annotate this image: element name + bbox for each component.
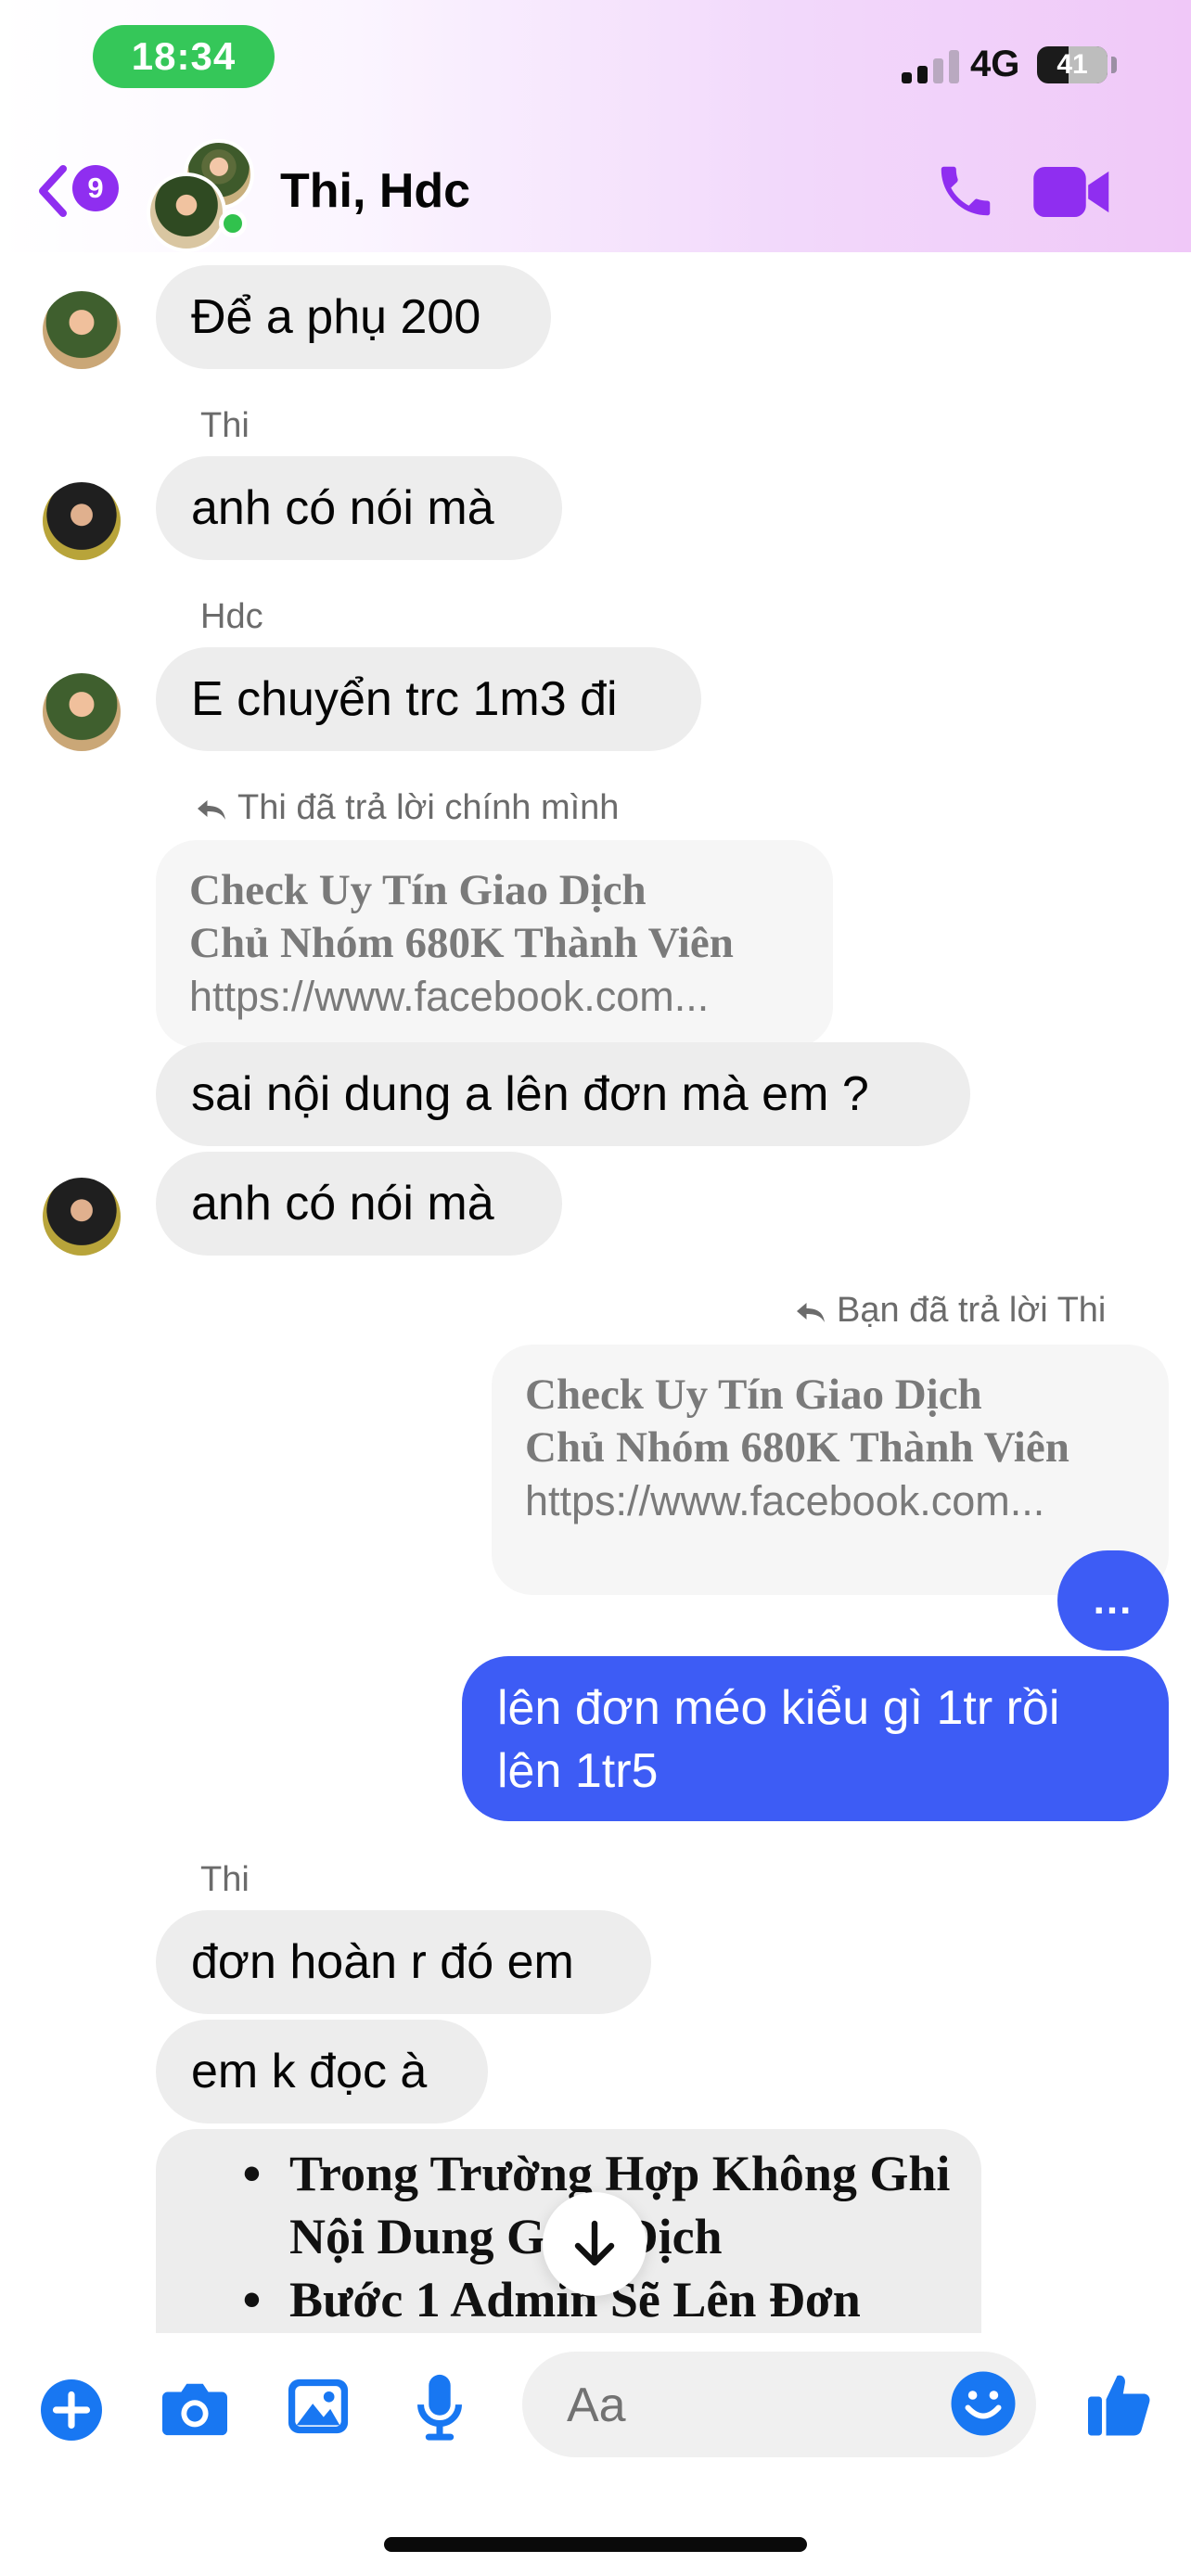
plus-icon[interactable] bbox=[41, 2379, 102, 2441]
group-avatar[interactable] bbox=[147, 139, 263, 252]
message-bubble: anh có nói mà bbox=[156, 456, 562, 560]
battery-nub bbox=[1111, 57, 1117, 73]
message-input-placeholder: Aa bbox=[567, 2378, 626, 2432]
network-type: 4G bbox=[970, 44, 1020, 84]
quoted-message[interactable]: Check Uy Tín Giao Dịch Chủ Nhóm 680K Thà… bbox=[156, 840, 833, 1048]
battery-icon: 41 bbox=[1037, 46, 1108, 83]
phone-icon[interactable] bbox=[933, 158, 998, 224]
reply-indicator: Thi đã trả lời chính mình bbox=[195, 788, 619, 828]
status-time: 18:34 bbox=[93, 25, 275, 88]
my-message-bubble-collapsed[interactable]: ... bbox=[1057, 1550, 1169, 1651]
arrow-down-icon bbox=[574, 2220, 615, 2266]
reply-icon bbox=[797, 1302, 825, 1322]
online-indicator bbox=[219, 210, 247, 237]
reply-icon bbox=[198, 799, 225, 820]
video-call-icon[interactable] bbox=[1033, 167, 1111, 217]
list-item: Bước 1 Admin Sẽ Lên Đơn bbox=[243, 2268, 981, 2331]
avatar[interactable] bbox=[43, 1178, 121, 1256]
camera-icon[interactable] bbox=[160, 2376, 230, 2441]
microphone-icon[interactable] bbox=[414, 2372, 466, 2442]
reply-note-text: Thi đã trả lời chính mình bbox=[237, 788, 620, 827]
battery-level: 41 bbox=[1057, 49, 1088, 80]
quote-subtitle: Chủ Nhóm 680K Thành Viên bbox=[525, 1423, 1069, 1472]
avatar[interactable] bbox=[43, 291, 121, 369]
thumbs-up-icon[interactable] bbox=[1085, 2368, 1152, 2439]
image-gallery-icon[interactable] bbox=[286, 2374, 351, 2439]
back-button[interactable]: 9 bbox=[33, 159, 126, 224]
chevron-left-icon bbox=[39, 165, 67, 217]
message-bubble: anh có nói mà bbox=[156, 1152, 562, 1256]
unread-count-badge: 9 bbox=[72, 165, 119, 211]
message-bubble: E chuyển trc 1m3 đi bbox=[156, 647, 701, 751]
reply-note-text: Bạn đã trả lời Thi bbox=[837, 1291, 1107, 1330]
my-message-bubble: lên đơn méo kiểu gì 1tr rồi lên 1tr5 bbox=[462, 1656, 1169, 1821]
quote-link: https://www.facebook.com... bbox=[525, 1477, 1045, 1524]
message-bubble: em k đọc à bbox=[156, 2020, 488, 2123]
avatar[interactable] bbox=[43, 482, 121, 560]
quote-title: Check Uy Tín Giao Dịch bbox=[525, 1371, 982, 1419]
message-bubble: đơn hoàn r đó em bbox=[156, 1910, 651, 2014]
sender-name: Hdc bbox=[200, 597, 263, 636]
avatar[interactable] bbox=[43, 673, 121, 751]
message-bubble: Để a phụ 200 bbox=[156, 265, 551, 369]
quote-title: Check Uy Tín Giao Dịch bbox=[189, 866, 647, 914]
scroll-to-bottom-button[interactable] bbox=[543, 2192, 647, 2296]
message-bubble: sai nội dung a lên đơn mà em ? bbox=[156, 1042, 970, 1146]
chat-title[interactable]: Thi, Hdc bbox=[280, 163, 470, 219]
home-indicator bbox=[384, 2537, 807, 2552]
cellular-signal-icon bbox=[902, 48, 959, 83]
quote-subtitle: Chủ Nhóm 680K Thành Viên bbox=[189, 919, 734, 967]
sender-name: Thi bbox=[200, 1860, 250, 1899]
reply-indicator: Bạn đã trả lời Thi bbox=[794, 1291, 1106, 1331]
quote-link: https://www.facebook.com... bbox=[189, 973, 710, 1020]
sender-name: Thi bbox=[200, 406, 250, 445]
quoted-message[interactable]: Check Uy Tín Giao Dịch Chủ Nhóm 680K Thà… bbox=[492, 1345, 1169, 1595]
emoji-icon[interactable] bbox=[950, 2370, 1017, 2437]
avatar bbox=[147, 172, 226, 252]
